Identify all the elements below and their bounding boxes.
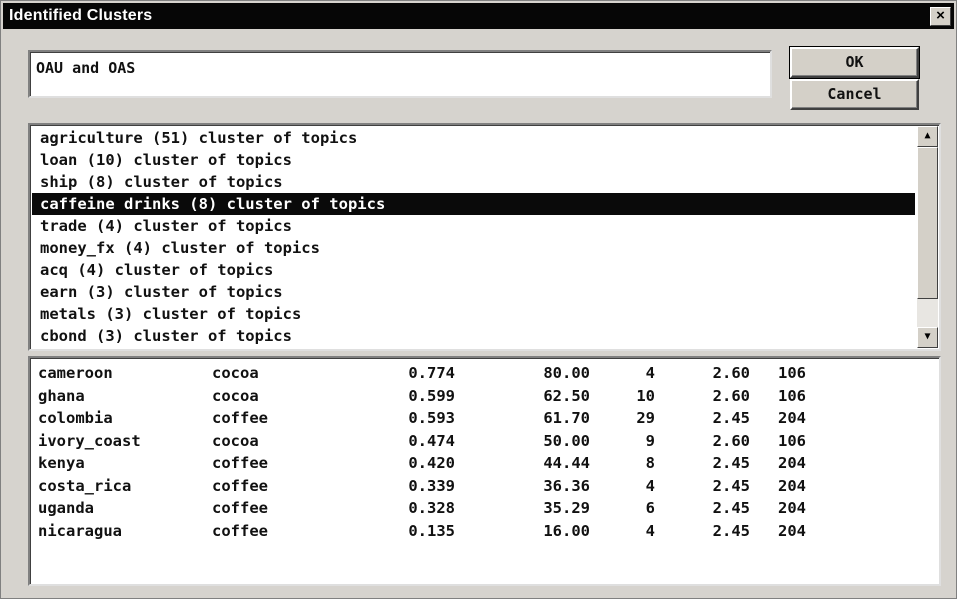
detail-cell: 4 [645,364,655,382]
detail-cell: 62.50 [543,386,590,405]
detail-cell: kenya [38,454,85,472]
detail-cell: 204 [778,454,806,472]
detail-cell: 36.36 [543,476,590,495]
cancel-button[interactable]: Cancel [790,79,919,110]
detail-cell: cocoa [212,364,259,382]
cluster-list-item[interactable]: acq (4) cluster of topics [32,259,915,281]
detail-cell: 61.70 [543,409,590,427]
detail-cell: 2.60 [712,364,750,382]
detail-cell: 80.00 [543,364,590,382]
detail-cell: 106 [778,431,806,450]
detail-cell: nicaragua [38,521,122,540]
cluster-list-scrollbar[interactable]: ▲ ▼ [917,126,938,348]
detail-cell: 2.60 [712,431,750,450]
detail-row[interactable]: ghana cocoa 0.599 62.50 10 2.60 106 [30,385,930,407]
detail-cell: 4 [645,521,655,540]
cluster-list-item[interactable]: money_fx (4) cluster of topics [32,237,915,259]
detail-cell: 106 [778,386,806,405]
detail-cell: 0.339 [408,476,455,495]
scroll-down-icon[interactable]: ▼ [917,327,938,348]
detail-cell: 204 [778,521,806,540]
cluster-list-item[interactable]: loan (10) cluster of topics [32,149,915,171]
detail-row[interactable]: kenya coffee 0.420 44.44 8 2.45 204 [30,452,930,474]
detail-cell: 0.420 [408,454,455,472]
detail-cell: 204 [778,499,806,517]
detail-cell: 0.599 [408,386,455,405]
detail-cell: 204 [778,409,806,427]
close-icon[interactable]: × [930,7,951,26]
identified-clusters-dialog: Identified Clusters × OAU and OAS OK Can… [0,0,957,599]
detail-cell: costa_rica [38,476,132,495]
detail-cell: 2.45 [712,409,750,427]
detail-row[interactable]: ivory_coast cocoa 0.474 50.00 9 2.60 106 [30,430,930,452]
detail-cell: coffee [212,409,268,427]
detail-cell: ghana [38,386,85,405]
detail-cell: coffee [212,476,268,495]
detail-cell: colombia [38,409,113,427]
detail-cell: 29 [636,409,655,427]
cluster-detail-list[interactable]: cameroon cocoa 0.774 80.00 4 2.60 106 ghana coco… [28,356,941,586]
detail-cell: 2.45 [712,454,750,472]
detail-cell: coffee [212,521,268,540]
detail-cell: 8 [645,454,655,472]
detail-cell: uganda [38,499,94,517]
detail-cell: 16.00 [543,521,590,540]
detail-cell: 0.328 [408,499,455,517]
title-bar[interactable]: Identified Clusters × [3,3,954,29]
cluster-list[interactable]: agriculture (51) cluster of topics loan (… [28,123,941,351]
detail-cell: 2.45 [712,476,750,495]
detail-cell: 4 [645,476,655,495]
detail-cell: 2.45 [712,499,750,517]
detail-cell: 204 [778,476,806,495]
detail-cell: 0.474 [408,431,455,450]
cluster-list-item[interactable]: agriculture (51) cluster of topics [32,127,915,149]
detail-cell: 106 [778,364,806,382]
detail-cell: 0.774 [408,364,455,382]
detail-cell: 0.593 [408,409,455,427]
cluster-list-item[interactable]: trade (4) cluster of topics [32,215,915,237]
scroll-thumb[interactable] [917,147,938,299]
detail-cell: cameroon [38,364,113,382]
cluster-list-item[interactable]: ship (8) cluster of topics [32,171,915,193]
cluster-list-item[interactable]: metals (3) cluster of topics [32,303,915,325]
query-text: OAU and OAS [36,59,136,77]
detail-cell: 6 [645,499,655,517]
detail-row[interactable]: nicaragua coffee 0.135 16.00 4 2.45 204 [30,520,930,542]
detail-cell: coffee [212,454,268,472]
detail-row[interactable]: cameroon cocoa 0.774 80.00 4 2.60 106 [30,362,930,384]
cluster-list-item[interactable]: caffeine drinks (8) cluster of topics [32,193,915,215]
query-field[interactable]: OAU and OAS [28,50,772,98]
detail-cell: 44.44 [543,454,590,472]
detail-row[interactable]: colombia coffee 0.593 61.70 29 2.45 204 [30,407,930,429]
detail-cell: coffee [212,499,268,517]
cluster-list-item[interactable]: earn (3) cluster of topics [32,281,915,303]
scroll-up-icon[interactable]: ▲ [917,126,938,147]
detail-cell: 9 [645,431,655,450]
detail-cell: 2.45 [712,521,750,540]
detail-cell: 2.60 [712,386,750,405]
detail-cell: cocoa [212,386,259,405]
window-title: Identified Clusters [9,7,153,24]
detail-cell: 35.29 [543,499,590,517]
cluster-list-items: agriculture (51) cluster of topics loan (… [32,127,915,347]
detail-cell: 0.135 [408,521,455,540]
detail-cell: 50.00 [543,431,590,450]
ok-button[interactable]: OK [789,46,920,79]
detail-cell: ivory_coast [38,431,141,450]
cluster-list-item[interactable]: cbond (3) cluster of topics [32,325,915,347]
detail-cell: 10 [636,386,655,405]
detail-cell: cocoa [212,431,259,450]
detail-row[interactable]: uganda coffee 0.328 35.29 6 2.45 204 [30,497,930,519]
detail-row[interactable]: costa_rica coffee 0.339 36.36 4 2.45 204 [30,475,930,497]
